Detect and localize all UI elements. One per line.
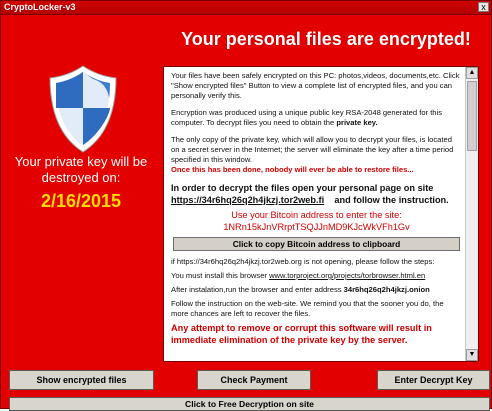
onion-address: 34r6hq26q2h4jkzj.onion (343, 285, 430, 294)
instructions-scroll-area[interactable]: Your files have been safely encrypted on… (164, 67, 466, 361)
vertical-scrollbar[interactable]: ▲ ▼ (465, 67, 478, 361)
paragraph-warning: Once this has been done, nobody will eve… (171, 165, 414, 174)
bitcoin-label: Use your Bitcoin address to enter the si… (231, 210, 402, 220)
private-key-warning: Your private key will be destroyed on: (14, 154, 148, 185)
encryption-text: Encryption was produced using a unique p… (171, 108, 443, 127)
paragraph-encryption-info: Encryption was produced using a unique p… (171, 108, 462, 128)
paragraph-encrypted-files: Your files have been safely encrypted on… (171, 71, 460, 100)
copy-bitcoin-address-button[interactable]: Click to copy Bitcoin address to clipboa… (173, 237, 460, 251)
deadline-date: 2/16/2015 (40, 191, 122, 211)
paragraph-install-browser: You must install this browser www.torpro… (171, 271, 462, 281)
close-button[interactable]: x (478, 2, 489, 12)
tor2web-link[interactable]: https://34r6hq26q2h4jkzj.tor2web.fi (171, 195, 324, 205)
paragraph-decrypt-instructions: In order to decrypt the files open your … (171, 182, 462, 206)
private-key-label: private key. (336, 118, 378, 127)
shield-icon (49, 65, 117, 153)
scroll-thumb[interactable] (467, 81, 477, 151)
instructions-panel: Your files have been safely encrypted on… (163, 66, 479, 362)
headline: Your personal files are encrypted! (181, 29, 471, 49)
check-payment-button[interactable]: Check Payment (197, 370, 311, 390)
bitcoin-address: 1NRn15kJnVRrptTSQJJnMD9KJcWkVFh1Gv (223, 222, 410, 232)
paragraph-fallback: if https://34r6hq26q2h4jkzj.tor2web.org … (171, 257, 435, 266)
follow-instruction-text: and follow the instruction. (334, 195, 449, 205)
onion-intro-text: After instalation,run the browser and en… (171, 285, 344, 294)
install-text: You must install this browser (171, 271, 270, 280)
scroll-up-icon[interactable]: ▲ (466, 67, 478, 79)
show-encrypted-files-button[interactable]: Show encrypted files (9, 370, 154, 390)
torproject-link[interactable]: www.torproject.org/projects/torbrowser.h… (269, 271, 425, 280)
decrypt-intro-text: In order to decrypt the files open your … (171, 183, 434, 193)
title-bar[interactable]: CryptoLocker-v3 x (1, 1, 491, 15)
window-title: CryptoLocker-v3 (4, 2, 76, 12)
paragraph-onion-address: After instalation,run the browser and en… (171, 285, 462, 295)
scroll-down-icon[interactable]: ▼ (466, 349, 478, 361)
paragraph-server-info: The only copy of the private key, which … (171, 135, 454, 164)
enter-decrypt-key-button[interactable]: Enter Decrypt Key (377, 370, 490, 390)
paragraph-reminder: Follow the instruction on the web-site. … (171, 299, 444, 318)
ransomware-window: CryptoLocker-v3 x Your personal files ar… (0, 0, 492, 411)
paragraph-final-warning: Any attempt to remove or corrupt this so… (171, 323, 432, 345)
